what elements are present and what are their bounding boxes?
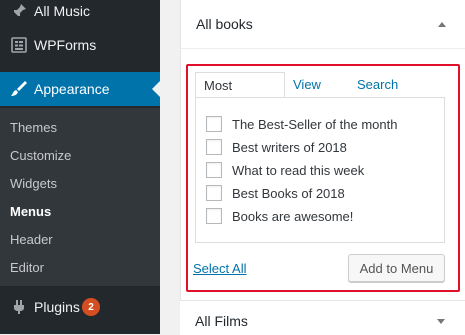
expand-arrow-icon[interactable] bbox=[437, 319, 445, 324]
sidebar-item-label: All Music bbox=[34, 3, 91, 19]
active-indicator bbox=[152, 81, 160, 97]
checkbox[interactable] bbox=[206, 116, 222, 132]
all-films-panel[interactable]: All Films bbox=[180, 300, 465, 335]
item-label: Books are awesome! bbox=[232, 208, 354, 224]
sidebar-item-label: WPForms bbox=[34, 37, 97, 53]
sidebar-item-plugins[interactable]: Plugins 2 bbox=[0, 290, 160, 324]
panel-title: All Films bbox=[195, 313, 248, 329]
submenu-header[interactable]: Header bbox=[10, 232, 53, 247]
submenu-menus[interactable]: Menus bbox=[10, 204, 51, 219]
list-item[interactable]: Books are awesome! bbox=[206, 206, 353, 226]
tab-view-all[interactable]: View All bbox=[285, 72, 329, 118]
sidebar-item-label: Plugins bbox=[34, 299, 80, 315]
brush-icon bbox=[10, 80, 28, 98]
list-item[interactable]: The Best-Seller of the month bbox=[206, 114, 397, 134]
books-checklist: The Best-Seller of the month Best writer… bbox=[195, 97, 445, 243]
checkbox[interactable] bbox=[206, 139, 222, 155]
collapse-arrow-icon[interactable] bbox=[438, 22, 446, 27]
item-label: Best Books of 2018 bbox=[232, 185, 345, 201]
sidebar-item-label: Appearance bbox=[34, 81, 110, 97]
submenu-widgets[interactable]: Widgets bbox=[10, 176, 57, 191]
list-item[interactable]: What to read this week bbox=[206, 160, 364, 180]
plug-icon bbox=[10, 298, 28, 316]
select-all-link[interactable]: Select All bbox=[193, 261, 246, 276]
sidebar-item-all-music[interactable]: All Music bbox=[0, 0, 160, 28]
tab-search[interactable]: Search bbox=[349, 72, 406, 98]
list-item[interactable]: Best writers of 2018 bbox=[206, 137, 347, 157]
pin-icon bbox=[10, 2, 28, 20]
submenu-customize[interactable]: Customize bbox=[10, 148, 71, 163]
sidebar-item-appearance[interactable]: Appearance bbox=[0, 72, 160, 106]
checkbox[interactable] bbox=[206, 208, 222, 224]
forms-icon bbox=[10, 36, 28, 54]
checkbox[interactable] bbox=[206, 185, 222, 201]
admin-sidebar: All Music WPForms Appearance Themes Cust… bbox=[0, 0, 160, 334]
submenu-themes[interactable]: Themes bbox=[10, 120, 57, 135]
submenu-editor[interactable]: Editor bbox=[10, 260, 44, 275]
add-to-menu-button[interactable]: Add to Menu bbox=[348, 254, 445, 282]
item-label: The Best-Seller of the month bbox=[232, 116, 398, 132]
checkbox[interactable] bbox=[206, 162, 222, 178]
panel-title: All books bbox=[196, 16, 253, 32]
update-count-badge: 2 bbox=[82, 298, 100, 316]
item-label: What to read this week bbox=[232, 162, 365, 178]
all-books-header[interactable]: All books bbox=[181, 0, 465, 49]
list-item[interactable]: Best Books of 2018 bbox=[206, 183, 345, 203]
sidebar-item-wpforms[interactable]: WPForms bbox=[0, 28, 160, 62]
tab-most-recent[interactable]: Most Recent bbox=[195, 72, 285, 119]
item-label: Best writers of 2018 bbox=[232, 139, 347, 155]
appearance-submenu: Themes Customize Widgets Menus Header Ed… bbox=[0, 108, 160, 286]
